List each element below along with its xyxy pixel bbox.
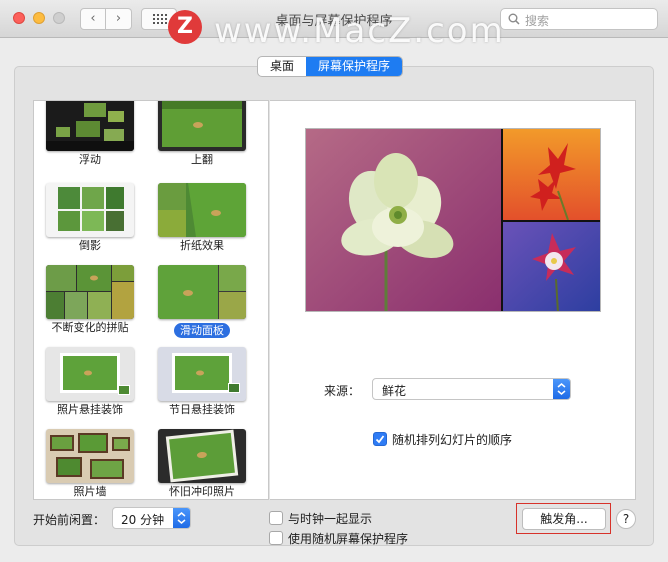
screensaver-item-reflections[interactable]: 倒影 <box>40 183 140 253</box>
screensaver-thumbnail <box>46 183 134 237</box>
screensaver-item-vintage-prints[interactable]: 怀旧冲印照片 <box>152 429 252 499</box>
tab-bar: 桌面 屏幕保护程序 <box>257 56 404 77</box>
screensaver-thumbnail <box>158 347 246 401</box>
screensaver-thumbnail <box>158 265 246 319</box>
screensaver-label: 照片墙 <box>73 485 107 498</box>
help-button[interactable]: ? <box>616 509 636 529</box>
random-saver-checkbox[interactable] <box>269 531 283 545</box>
screensaver-label: 怀旧冲印照片 <box>169 485 235 498</box>
watermark-logo: Z <box>168 10 202 44</box>
show-clock-label: 与时钟一起显示 <box>288 512 373 526</box>
idle-label: 开始前闲置： <box>33 513 106 527</box>
screensaver-label: 滑动面板 <box>174 323 230 338</box>
screensaver-label: 不断变化的拼贴 <box>51 321 129 334</box>
hot-corners-button[interactable]: 触发角... <box>522 508 606 530</box>
idle-value: 20 分钟 <box>121 513 165 527</box>
updown-chevron-icon <box>173 508 190 528</box>
shuffle-checkbox[interactable] <box>373 432 387 446</box>
preferences-window: ‹ › 桌面与屏幕保护程序 搜索 Z www.MacZ.com 桌面 屏幕保护程… <box>0 0 668 562</box>
source-value: 鲜花 <box>382 384 407 398</box>
tab-screensaver[interactable]: 屏幕保护程序 <box>306 57 403 76</box>
search-field[interactable]: 搜索 <box>500 8 658 30</box>
show-clock-checkbox[interactable] <box>269 511 283 525</box>
shuffle-label: 随机排列幻灯片的顺序 <box>392 433 513 447</box>
screensaver-thumbnail <box>46 265 134 319</box>
checkmark-icon <box>375 435 385 444</box>
screensaver-label: 节日悬挂装饰 <box>169 403 235 416</box>
screensaver-label: 倒影 <box>79 239 101 252</box>
screensaver-thumbnail <box>46 101 134 151</box>
screensaver-item-photo-wall[interactable]: 照片墙 <box>40 429 140 499</box>
source-select[interactable]: 鲜花 <box>372 378 571 400</box>
screensaver-item-photo-mobile[interactable]: 照片悬挂装饰 <box>40 347 140 417</box>
screensaver-label: 浮动 <box>79 153 101 166</box>
screensaver-label: 上翻 <box>191 153 213 166</box>
screensaver-list[interactable]: 浮动 上翻 倒影 折纸效果 不断变化的拼贴 滑动面板 照片悬挂装饰 节日悬挂装饰… <box>33 100 269 500</box>
screensaver-thumbnail <box>158 429 246 483</box>
screensaver-thumbnail <box>158 183 246 237</box>
source-label: 来源： <box>324 384 361 398</box>
screensaver-label: 折纸效果 <box>180 239 224 252</box>
screensaver-item-shifting-tiles[interactable]: 不断变化的拼贴 <box>40 265 140 335</box>
screensaver-thumbnail <box>46 347 134 401</box>
screensaver-preview[interactable] <box>305 128 601 312</box>
screensaver-label: 照片悬挂装饰 <box>57 403 123 416</box>
search-icon <box>508 13 520 25</box>
screensaver-item-flip-up[interactable]: 上翻 <box>152 101 252 167</box>
tab-desktop[interactable]: 桌面 <box>258 57 306 76</box>
screensaver-item-sliding-panels[interactable]: 滑动面板 <box>152 265 252 338</box>
screensaver-item-origami[interactable]: 折纸效果 <box>152 183 252 253</box>
screensaver-thumbnail <box>158 101 246 151</box>
idle-select[interactable]: 20 分钟 <box>112 507 191 529</box>
screensaver-thumbnail <box>46 429 134 483</box>
watermark-text: www.MacZ.com <box>214 11 505 51</box>
random-saver-label: 使用随机屏幕保护程序 <box>288 532 409 546</box>
screensaver-item-holiday-mobile[interactable]: 节日悬挂装饰 <box>152 347 252 417</box>
updown-chevron-icon <box>553 379 570 399</box>
screensaver-item-floating[interactable]: 浮动 <box>40 101 140 167</box>
search-placeholder: 搜索 <box>525 14 550 28</box>
